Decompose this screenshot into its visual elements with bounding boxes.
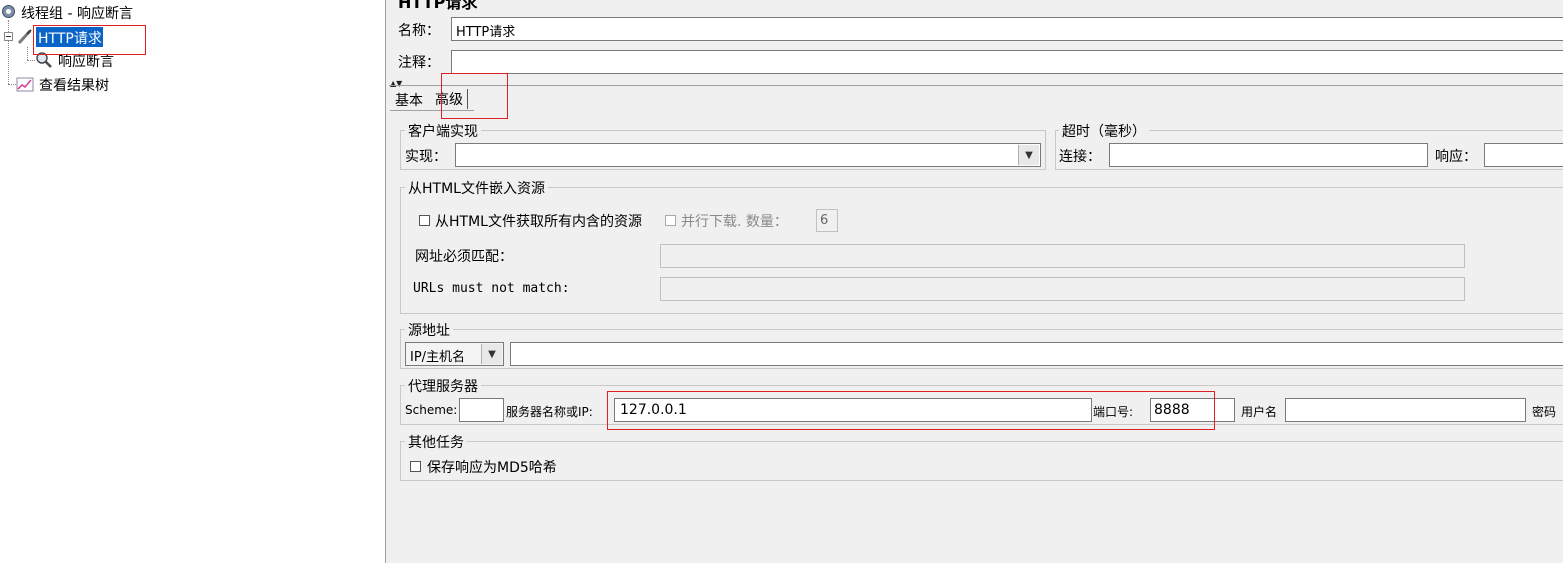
tab-basic[interactable]: 基本 (395, 90, 423, 110)
urls-must-match-field[interactable] (660, 244, 1465, 268)
source-address-type-dropdown[interactable]: IP/主机名 ▼ (405, 342, 504, 366)
md5-hash-checkbox[interactable] (410, 461, 421, 472)
name-label: 名称： (398, 23, 440, 39)
proxy-scheme-field[interactable] (459, 398, 504, 422)
proxy-server-label: 服务器名称或IP: (506, 405, 593, 419)
impl-dropdown[interactable]: ▼ (455, 143, 1041, 167)
parallel-download-label: 并行下载. 数量： (681, 214, 788, 230)
source-address-field[interactable] (510, 342, 1563, 366)
proxy-username-label: 用户名 (1241, 405, 1278, 419)
name-field[interactable]: HTTP请求 (451, 17, 1563, 41)
tree-item-http-request-label: HTTP请求 (38, 31, 102, 47)
impl-label: 实现： (405, 149, 447, 165)
proxy-scheme-label: Scheme: (405, 403, 458, 417)
proxy-username-field[interactable] (1285, 398, 1526, 422)
divider (389, 85, 1563, 86)
connect-timeout-label: 连接： (1059, 149, 1101, 165)
http-sampler-icon (16, 28, 34, 46)
urls-must-match-label: 网址必须匹配： (415, 249, 513, 265)
dropdown-arrow-icon[interactable]: ▼ (1018, 145, 1039, 165)
proxy-server-group-title: 代理服务器 (405, 376, 481, 396)
urls-must-not-match-field[interactable] (660, 277, 1465, 301)
thread-group-icon (1, 4, 16, 19)
tree-item-http-request[interactable]: HTTP请求 (36, 27, 103, 47)
retrieve-all-label: 从HTML文件获取所有内含的资源 (435, 214, 642, 230)
test-plan-tree: 线程组 - 响应断言 HTTP请求 响应断言 查看结果树 (0, 0, 385, 563)
proxy-server-field[interactable]: 127.0.0.1 (614, 398, 1092, 422)
comment-field[interactable] (451, 50, 1563, 74)
dropdown-arrow-icon[interactable]: ▼ (481, 344, 502, 364)
response-timeout-field[interactable] (1484, 143, 1563, 167)
tree-connector (27, 47, 28, 60)
parallel-download-checkbox[interactable] (665, 215, 676, 226)
parallel-count-field[interactable]: 6 (816, 209, 838, 232)
client-impl-group-title: 客户端实现 (405, 121, 481, 141)
other-tasks-group (400, 441, 1563, 481)
tree-item-response-assertion[interactable]: 响应断言 (58, 51, 114, 71)
connect-timeout-field[interactable] (1109, 143, 1428, 167)
source-address-group-title: 源地址 (405, 320, 453, 340)
tab-advanced[interactable]: 高级 (435, 89, 468, 109)
tree-connector (8, 20, 9, 84)
urls-must-not-match-label: URLs must not match: (413, 281, 570, 296)
retrieve-all-checkbox[interactable] (419, 215, 430, 226)
http-request-config-panel: HTTP请求 名称： HTTP请求 注释： ▲▼ 基本 高级 客户端实现 实现：… (389, 0, 1563, 563)
embedded-resources-group-title: 从HTML文件嵌入资源 (405, 178, 548, 198)
proxy-password-label: 密码 (1532, 405, 1557, 419)
results-tree-chart-icon (16, 76, 34, 92)
proxy-port-label: 端口号: (1093, 405, 1134, 419)
proxy-port-field[interactable]: 8888 (1150, 398, 1235, 422)
tree-connector (27, 60, 35, 61)
panel-title: HTTP请求 (398, 0, 478, 12)
tree-item-thread-group[interactable]: 线程组 - 响应断言 (21, 3, 133, 23)
tree-item-view-results-tree[interactable]: 查看结果树 (39, 75, 109, 95)
comment-label: 注释： (398, 55, 440, 71)
md5-hash-label: 保存响应为MD5哈希 (427, 460, 557, 476)
timeout-group-title: 超时（毫秒） (1059, 121, 1149, 141)
collapse-toggle-icon[interactable] (4, 32, 13, 41)
tree-connector (8, 84, 16, 85)
other-tasks-group-title: 其他任务 (405, 432, 467, 452)
response-timeout-label: 响应： (1435, 149, 1477, 165)
assertion-magnifier-icon (35, 51, 53, 69)
source-address-type-value: IP/主机名 (410, 350, 466, 365)
